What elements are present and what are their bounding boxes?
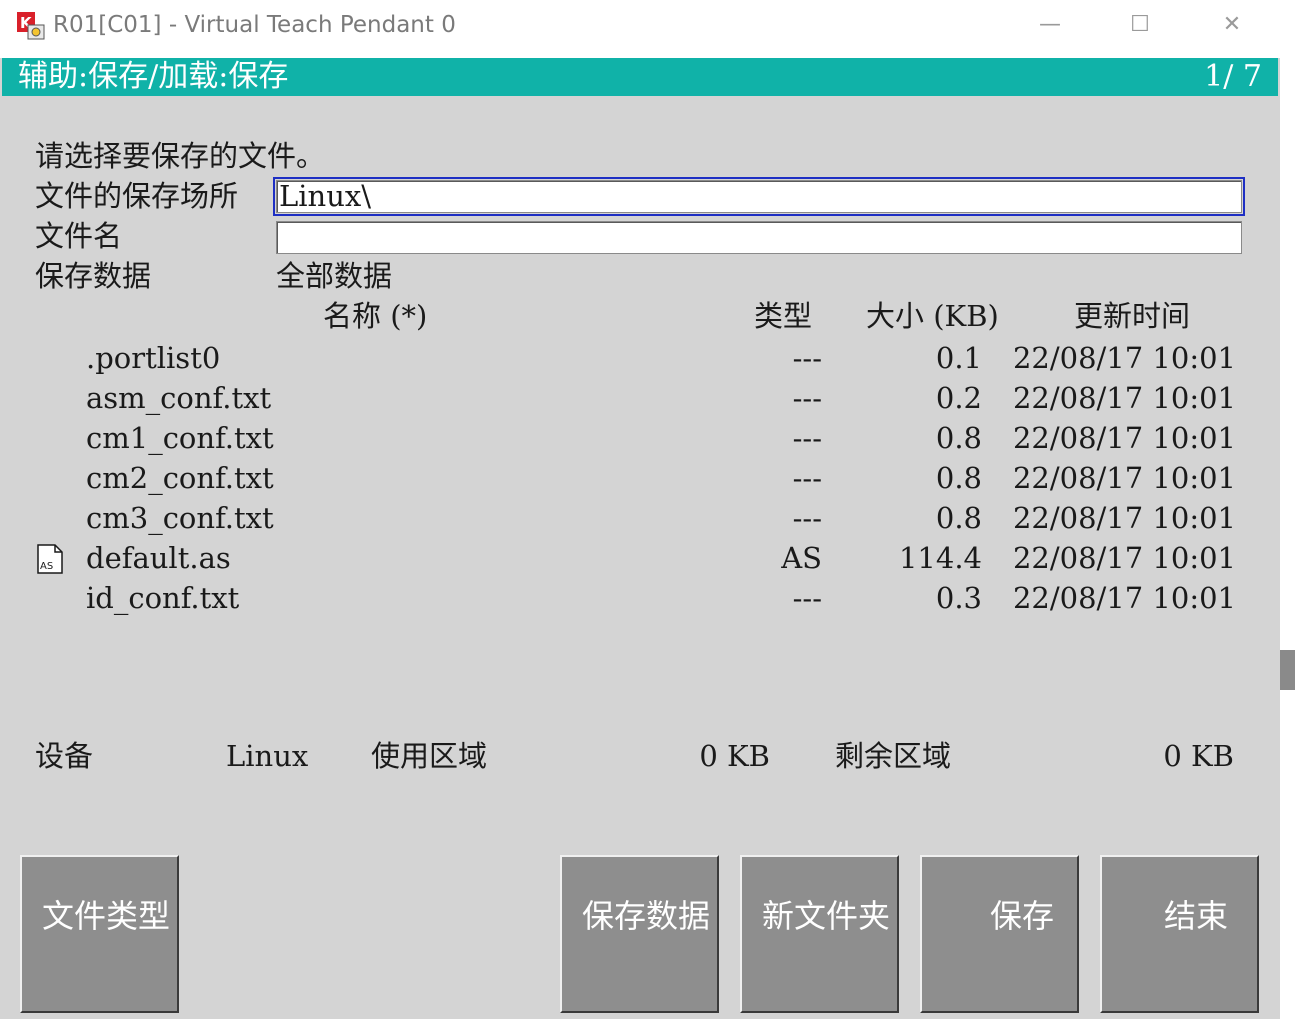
- file-type: ---: [792, 581, 822, 615]
- file-name: asm_conf.txt: [86, 381, 272, 415]
- file-updated: 22/08/17 10:01: [1012, 541, 1236, 575]
- as-file-icon: AS: [37, 544, 63, 574]
- save-button[interactable]: 保存: [920, 855, 1079, 1013]
- window-title: R01[C01] - Virtual Teach Pendant 0: [53, 12, 456, 38]
- save-button-label: 保存: [990, 897, 1055, 935]
- used-area-value: 0 KB: [699, 739, 770, 773]
- new-folder-button-label: 新文件夹: [762, 897, 891, 935]
- file-type: ---: [792, 461, 822, 495]
- as-file-icon-label: AS: [40, 561, 53, 572]
- column-header-updated[interactable]: 更新时间: [1074, 298, 1190, 334]
- free-area-value: 0 KB: [1163, 739, 1234, 773]
- savedata-label: 保存数据: [35, 259, 152, 293]
- file-name: cm3_conf.txt: [86, 501, 274, 535]
- page-indicator: 1/ 7: [1204, 59, 1262, 94]
- file-size: 0.3: [935, 581, 982, 615]
- file-name: default.as: [86, 541, 231, 575]
- savedata-value: 全部数据: [276, 259, 393, 293]
- prompt-text: 请选择要保存的文件。: [35, 139, 326, 173]
- end-button[interactable]: 结束: [1100, 855, 1259, 1013]
- file-name: cm2_conf.txt: [86, 461, 274, 495]
- background-edge: [1280, 0, 1295, 1019]
- file-type-button[interactable]: 文件类型: [20, 855, 179, 1013]
- end-button-label: 结束: [1164, 897, 1229, 935]
- file-type: ---: [792, 381, 822, 415]
- background-strip: [1280, 650, 1295, 690]
- location-label: 文件的保存场所: [35, 179, 239, 213]
- file-name: .portlist0: [86, 341, 221, 375]
- file-updated: 22/08/17 10:01: [1012, 381, 1236, 415]
- screen-header: 辅助:保存/加载:保存 1/ 7: [2, 58, 1278, 96]
- file-row[interactable]: AS default.as AS 114.4 22/08/17 10:01: [0, 540, 1280, 580]
- maximize-button[interactable]: ☐: [1120, 10, 1160, 40]
- file-size: 0.8: [935, 461, 982, 495]
- file-size: 0.2: [935, 381, 982, 415]
- file-size: 0.8: [935, 501, 982, 535]
- file-updated: 22/08/17 10:01: [1012, 581, 1236, 615]
- file-type-button-label: 文件类型: [42, 897, 171, 935]
- save-data-button-label: 保存数据: [582, 897, 711, 935]
- file-type: ---: [792, 501, 822, 535]
- device-value: Linux: [226, 739, 309, 773]
- close-button[interactable]: ✕: [1212, 10, 1252, 40]
- file-type: ---: [792, 421, 822, 455]
- file-name: cm1_conf.txt: [86, 421, 274, 455]
- file-row[interactable]: asm_conf.txt --- 0.2 22/08/17 10:01: [0, 380, 1280, 420]
- file-row[interactable]: cm2_conf.txt --- 0.8 22/08/17 10:01: [0, 460, 1280, 500]
- minimize-button[interactable]: —: [1030, 10, 1070, 40]
- file-row[interactable]: .portlist0 --- 0.1 22/08/17 10:01: [0, 340, 1280, 380]
- column-header-type[interactable]: 类型: [754, 298, 812, 334]
- file-name: id_conf.txt: [86, 581, 240, 615]
- location-field[interactable]: Linux\: [273, 177, 1245, 216]
- file-updated: 22/08/17 10:01: [1012, 461, 1236, 495]
- new-folder-button[interactable]: 新文件夹: [740, 855, 899, 1013]
- app-logo-icon: K: [16, 11, 46, 41]
- column-header-size[interactable]: 大小 (KB): [866, 298, 999, 334]
- title-bar[interactable]: K R01[C01] - Virtual Teach Pendant 0 — ☐…: [0, 0, 1280, 58]
- free-area-label: 剩余区域: [835, 739, 952, 773]
- save-data-button[interactable]: 保存数据: [560, 855, 719, 1013]
- file-size: 114.4: [898, 541, 982, 575]
- column-header-name[interactable]: 名称 (*): [323, 298, 427, 334]
- file-row[interactable]: id_conf.txt --- 0.3 22/08/17 10:01: [0, 580, 1280, 620]
- file-updated: 22/08/17 10:01: [1012, 501, 1236, 535]
- file-type: AS: [781, 541, 822, 575]
- file-size: 0.1: [935, 341, 982, 375]
- filename-label: 文件名: [35, 219, 123, 253]
- filename-field[interactable]: [276, 221, 1242, 254]
- screen-title: 辅助:保存/加载:保存: [18, 59, 289, 94]
- teach-pendant-window: K R01[C01] - Virtual Teach Pendant 0 — ☐…: [0, 0, 1281, 1019]
- file-updated: 22/08/17 10:01: [1012, 341, 1236, 375]
- file-row[interactable]: cm3_conf.txt --- 0.8 22/08/17 10:01: [0, 500, 1280, 540]
- file-type: ---: [792, 341, 822, 375]
- file-size: 0.8: [935, 421, 982, 455]
- device-label: 设备: [35, 739, 94, 773]
- used-area-label: 使用区域: [371, 739, 488, 773]
- file-row[interactable]: cm1_conf.txt --- 0.8 22/08/17 10:01: [0, 420, 1280, 460]
- file-updated: 22/08/17 10:01: [1012, 421, 1236, 455]
